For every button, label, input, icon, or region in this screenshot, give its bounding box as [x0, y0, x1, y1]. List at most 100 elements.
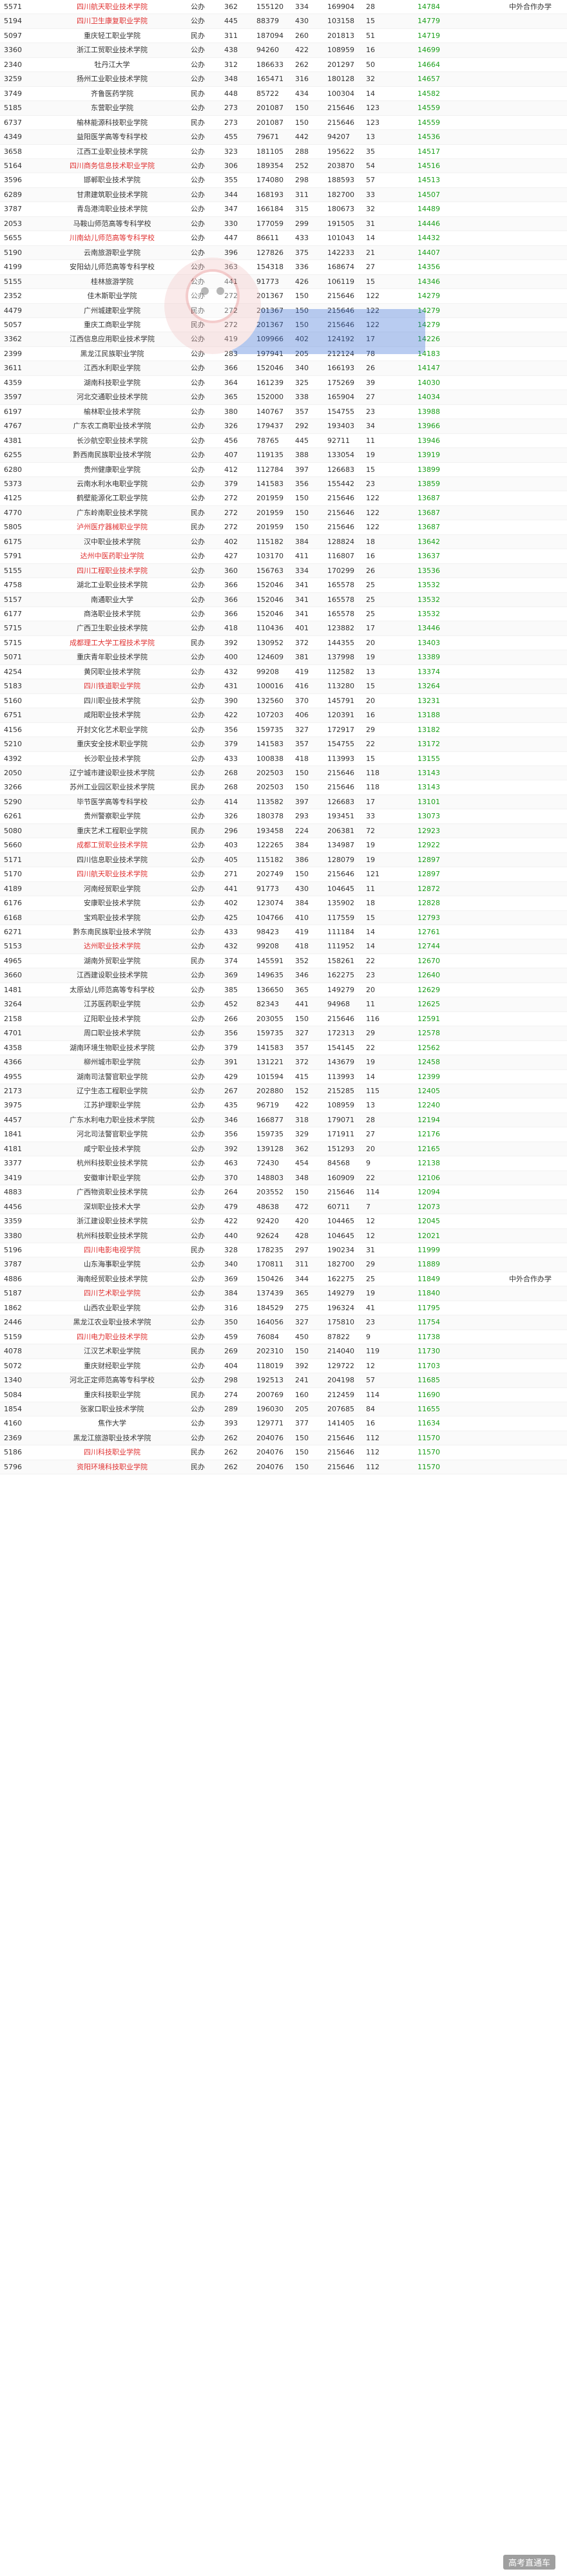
- cell-type: 公办: [191, 364, 205, 373]
- cell-name: 河北交通职业技术学院: [77, 393, 148, 402]
- table-row: 4189 河南经贸职业学院 公办 441 91773 430 104645 11 12872: [0, 881, 567, 897]
- cell-code: 4758: [4, 581, 22, 590]
- cell-name: 浙江工贸职业技术学院: [77, 46, 148, 55]
- cell-name: 四川科技职业学院: [84, 1448, 140, 1457]
- cell-n5: 121: [366, 870, 380, 879]
- table-row: 5155 桂林旅游学院 公办 441 91773 426 106119 15 14346: [0, 274, 567, 290]
- cell-n6: 13403: [418, 638, 440, 647]
- cell-n6: 13143: [418, 783, 440, 792]
- cell-type: 公办: [191, 595, 205, 604]
- cell-n5: 50: [366, 60, 375, 69]
- cell-code: 5157: [4, 595, 22, 604]
- cell-n2: 202749: [256, 870, 284, 879]
- cell-code: 4457: [4, 1115, 22, 1124]
- cell-n3: 365: [295, 1289, 309, 1298]
- cell-n1: 405: [224, 855, 238, 864]
- data-table: 5571 四川航天职业技术学院 公办 362 155120 334 169904 28 1478…: [0, 0, 567, 1475]
- cell-n4: 129722: [327, 1361, 354, 1370]
- cell-n4: 165578: [327, 595, 354, 604]
- cell-n6: 13687: [418, 494, 440, 503]
- cell-n1: 262: [224, 1433, 238, 1442]
- cell-type: 公办: [191, 1274, 205, 1283]
- cell-n4: 126683: [327, 465, 354, 474]
- cell-n3: 341: [295, 581, 309, 590]
- cell-n5: 57: [366, 1376, 375, 1385]
- cell-n2: 150426: [256, 1274, 284, 1283]
- table-row: 4479 广州城建职业学院 民办 272 201367 150 215646 122 14279: [0, 303, 567, 318]
- cell-code: 1854: [4, 1404, 22, 1413]
- cell-n2: 85722: [256, 89, 279, 98]
- table-row: 3360 浙江工贸职业技术学院 公办 438 94260 422 108959 16 14699: [0, 43, 567, 58]
- cell-n6: 12591: [418, 1014, 440, 1023]
- cell-name: 邯郸职业技术学院: [84, 176, 140, 185]
- cell-name: 广西物资职业技术学院: [77, 1188, 148, 1197]
- cell-n3: 150: [295, 769, 309, 778]
- cell-n1: 311: [224, 31, 238, 40]
- cell-name: 云南旅游职业学院: [84, 248, 140, 257]
- cell-n6: 11570: [418, 1433, 440, 1442]
- cell-n6: 13389: [418, 653, 440, 662]
- cell-name: 江西信息应用职业技术学院: [70, 335, 155, 344]
- cell-n5: 41: [366, 1303, 375, 1312]
- cell-n6: 13919: [418, 451, 440, 460]
- cell-type: 民办: [191, 306, 205, 315]
- cell-n5: 15: [366, 682, 375, 691]
- table-row: 4965 湖南外贸职业学院 民办 374 145591 352 158261 22 12670: [0, 954, 567, 969]
- cell-n6: 13182: [418, 725, 440, 734]
- cell-n1: 267: [224, 1086, 238, 1095]
- cell-type: 公办: [191, 1115, 205, 1124]
- cell-type: 公办: [191, 407, 205, 416]
- table-row: 4955 湖南司法警官职业学院 公办 429 101594 415 113993 14 1239…: [0, 1070, 567, 1084]
- table-row: 5170 四川航天职业技术学院 公办 271 202749 150 215646 121 128…: [0, 867, 567, 882]
- cell-name: 湖北工业职业技术学院: [77, 581, 148, 590]
- cell-n4: 201297: [327, 60, 354, 69]
- cell-n3: 434: [295, 89, 309, 98]
- cell-n2: 161239: [256, 378, 284, 387]
- cell-n5: 13: [366, 1101, 375, 1110]
- cell-code: 4965: [4, 956, 22, 965]
- cell-code: 4381: [4, 436, 22, 445]
- cell-name: 达州职业技术学院: [84, 942, 140, 951]
- cell-n5: 32: [366, 205, 375, 214]
- cell-code: 6289: [4, 190, 22, 199]
- cell-type: 公办: [191, 60, 205, 69]
- cell-n6: 14183: [418, 349, 440, 358]
- cell-n6: 12045: [418, 1217, 440, 1226]
- cell-n1: 340: [224, 1260, 238, 1269]
- cell-n4: 149279: [327, 985, 354, 994]
- cell-n5: 20: [366, 696, 375, 705]
- cell-n4: 169904: [327, 3, 354, 11]
- cell-type: 公办: [191, 696, 205, 705]
- table-row: 1841 河北司法警官职业学院 公办 356 159735 329 171911 27 1217…: [0, 1127, 567, 1142]
- cell-n5: 28: [366, 1115, 375, 1124]
- cell-name: 长沙职业技术学院: [84, 754, 140, 763]
- cell-n3: 150: [295, 118, 309, 127]
- cell-n6: 14516: [418, 161, 440, 170]
- cell-n4: 195622: [327, 147, 354, 156]
- cell-n6: 12165: [418, 1144, 440, 1153]
- cell-n4: 193403: [327, 422, 354, 431]
- cell-n2: 141583: [256, 1043, 284, 1052]
- cell-n5: 22: [366, 1173, 375, 1182]
- cell-n5: 35: [366, 147, 375, 156]
- table-row: 6255 黔西南民族职业技术学院 公办 407 119135 388 133054 19 139…: [0, 448, 567, 463]
- cell-type: 公办: [191, 1043, 205, 1052]
- cell-code: 4189: [4, 884, 22, 893]
- cell-n6: 14034: [418, 393, 440, 402]
- cell-n3: 150: [295, 1462, 309, 1471]
- cell-type: 民办: [191, 31, 205, 40]
- cell-code: 3266: [4, 783, 22, 792]
- cell-n1: 425: [224, 913, 238, 922]
- table-row: 5791 达州中医药职业学院 公办 427 103170 411 116807 16 13637: [0, 549, 567, 564]
- table-row: 5084 重庆科技职业学院 民办 274 200769 160 212459 114 11690: [0, 1388, 567, 1402]
- table-row: 3596 邯郸职业技术学院 公办 355 174080 298 188593 57 14513: [0, 173, 567, 188]
- cell-type: 公办: [191, 1419, 205, 1428]
- cell-n4: 106119: [327, 277, 354, 286]
- watermark-text: 高考直通车: [503, 2555, 555, 2570]
- cell-n2: 101594: [256, 1072, 284, 1081]
- cell-code: 4359: [4, 378, 22, 387]
- cell-n3: 327: [295, 725, 309, 734]
- cell-n3: 410: [295, 913, 309, 922]
- cell-n2: 179437: [256, 422, 284, 431]
- cell-type: 公办: [191, 277, 205, 286]
